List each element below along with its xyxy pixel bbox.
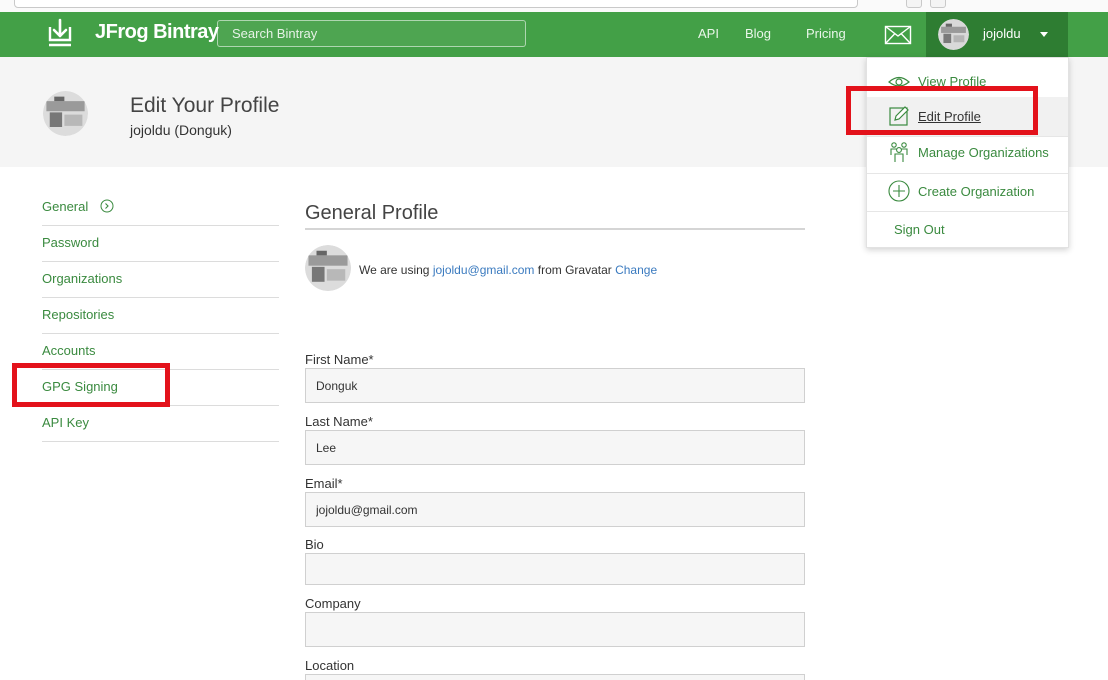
sidebar-item-accounts[interactable]: Accounts [42, 334, 279, 370]
gravatar-middle: from Gravatar [537, 263, 612, 277]
page-title: Edit Your Profile [130, 94, 280, 117]
bintray-logo-icon[interactable] [44, 17, 76, 49]
section-title: General Profile [305, 190, 805, 230]
general-profile-form: General Profile We are using jojoldu@gma… [305, 190, 805, 680]
company-label: Company [305, 596, 361, 611]
gravatar-avatar [305, 245, 351, 291]
sidebar-item-api-key[interactable]: API Key [42, 406, 279, 442]
sign-out-link[interactable]: Sign Out [894, 222, 945, 237]
nav-link-blog[interactable]: Blog [745, 26, 771, 41]
gravatar-email-link[interactable]: jojoldu@gmail.com [433, 263, 535, 277]
first-name-field[interactable] [305, 368, 805, 403]
sidebar-item-password[interactable]: Password [42, 226, 279, 262]
browser-url-bar[interactable] [14, 0, 858, 8]
nav-link-pricing[interactable]: Pricing [806, 26, 846, 41]
search-input[interactable] [217, 20, 526, 47]
caret-down-icon [1040, 32, 1048, 37]
brand-name[interactable]: JFrog Bintray [95, 21, 219, 44]
menu-item-label: Manage Organizations [918, 145, 1049, 160]
menu-item-create-organization[interactable]: Create Organization [867, 172, 1068, 211]
settings-sidebar: General Password Organizations Repositor… [42, 190, 279, 442]
top-navigation-bar: JFrog Bintray API Blog Pricing jojoldu [0, 12, 1108, 57]
bio-field[interactable] [305, 553, 805, 585]
nav-link-api[interactable]: API [698, 26, 719, 41]
edit-pencil-icon [889, 106, 909, 126]
user-menu-toggle[interactable]: jojoldu [926, 12, 1068, 57]
menu-item-label: Edit Profile [918, 109, 981, 124]
menu-item-view-profile[interactable]: View Profile [867, 62, 1068, 101]
menu-item-label: Create Organization [918, 184, 1035, 199]
first-name-label: First Name* [305, 352, 374, 367]
gravatar-prefix: We are using [359, 263, 430, 277]
location-field[interactable] [305, 674, 805, 680]
last-name-label: Last Name* [305, 414, 373, 429]
email-field[interactable] [305, 492, 805, 527]
eye-icon [888, 76, 910, 87]
sidebar-item-organizations[interactable]: Organizations [42, 262, 279, 298]
bio-label: Bio [305, 537, 324, 552]
gravatar-row: We are using jojoldu@gmail.com from Grav… [305, 230, 805, 292]
sidebar-item-general[interactable]: General [42, 190, 279, 226]
mail-icon[interactable] [884, 25, 912, 45]
username: jojoldu [983, 26, 1021, 41]
sidebar-item-gpg-signing[interactable]: GPG Signing [42, 370, 279, 406]
profile-avatar [43, 91, 88, 136]
organization-people-icon [890, 142, 908, 162]
menu-item-edit-profile[interactable]: Edit Profile [867, 97, 1068, 136]
browser-button[interactable] [906, 0, 922, 8]
browser-button[interactable] [930, 0, 946, 8]
email-label: Email* [305, 476, 343, 491]
browser-chrome [0, 0, 1108, 12]
user-dropdown-menu: View Profile Edit Profile Manage Organiz… [866, 57, 1069, 248]
user-avatar [938, 19, 969, 50]
gravatar-text: We are using jojoldu@gmail.com from Grav… [359, 263, 657, 277]
gravatar-change-link[interactable]: Change [615, 263, 657, 277]
menu-item-manage-organizations[interactable]: Manage Organizations [867, 133, 1068, 172]
plus-circle-icon [888, 180, 910, 202]
menu-item-label: View Profile [918, 74, 987, 89]
sidebar-item-repositories[interactable]: Repositories [42, 298, 279, 334]
chevron-right-circle-icon [100, 199, 114, 213]
sidebar-item-label: General [42, 199, 89, 214]
last-name-field[interactable] [305, 430, 805, 465]
location-label: Location [305, 658, 355, 673]
menu-divider [867, 211, 1068, 212]
company-field[interactable] [305, 612, 805, 647]
page-subtitle: jojoldu (Donguk) [130, 122, 232, 138]
